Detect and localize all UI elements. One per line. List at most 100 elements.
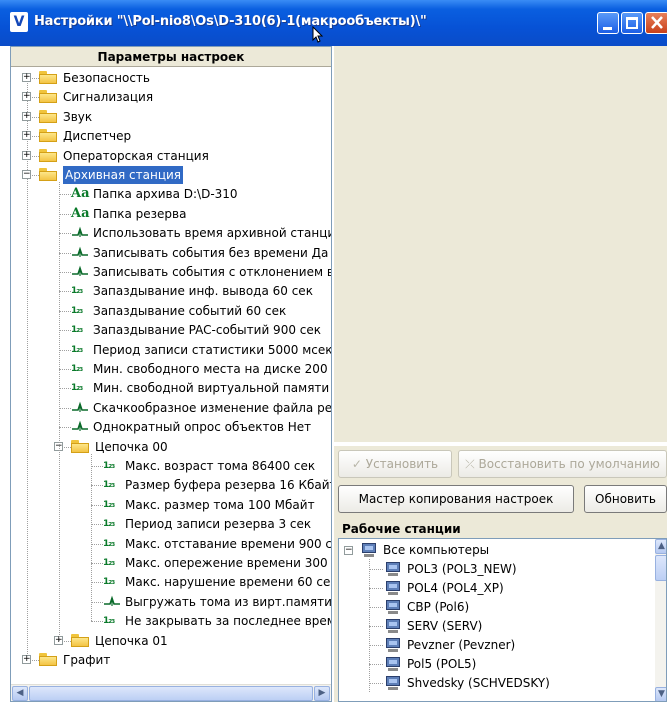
- close-button[interactable]: [645, 12, 667, 34]
- tree-guide-line: [59, 388, 71, 390]
- workstation-label: POL3 (POL3_NEW): [407, 562, 517, 576]
- computer-icon: [385, 638, 401, 653]
- tree-item-label: Макс. размер тома 100 Мбайт: [125, 497, 315, 512]
- computer-icon: [385, 657, 401, 672]
- tree-item-label: Выгружать тома из вирт.памяти Да: [125, 594, 331, 609]
- folder-icon: [39, 148, 57, 162]
- expand-icon[interactable]: +: [22, 111, 31, 121]
- tree-item-label: Макс. возраст тома 86400 сек: [125, 459, 316, 473]
- tree-item-label: Мин. свободного места на диске 200 М: [93, 362, 331, 376]
- tree-item-label: Запаздывание событий 60 сек: [93, 303, 287, 318]
- boolean-param-icon: [103, 594, 121, 610]
- tree-guide-line: [59, 407, 71, 409]
- computer-icon: [385, 619, 401, 634]
- minimize-button[interactable]: [597, 12, 619, 34]
- tree-guide-line: [91, 504, 103, 506]
- tree-guide-line: [369, 569, 383, 570]
- boolean-param-icon: [71, 225, 89, 241]
- tree-item-label: Диспетчер: [63, 129, 132, 144]
- copy-wizard-button[interactable]: Мастер копирования настроек: [338, 485, 574, 513]
- install-button[interactable]: ✓ Установить: [338, 450, 452, 478]
- tree-item[interactable]: + Графит: [11, 651, 331, 669]
- numeric-param-icon: 1₂₃: [71, 325, 83, 336]
- property-editor-area: [334, 46, 667, 442]
- workstations-vertical-scrollbar[interactable]: ▲ ▼: [655, 539, 666, 701]
- tree-horizontal-scrollbar[interactable]: ◀ ▶: [11, 684, 331, 701]
- boolean-param-icon: [71, 419, 89, 435]
- tree-guide-line: [59, 213, 71, 215]
- app-icon: V: [10, 12, 28, 32]
- numeric-param-icon: 1₂₃: [103, 616, 115, 627]
- numeric-param-icon: 1₂₃: [71, 344, 83, 355]
- text-param-icon: Aa: [71, 205, 90, 221]
- workstation-label: SERV (SERV): [407, 619, 483, 633]
- install-label: Установить: [365, 457, 439, 471]
- tree-guide-line: [369, 607, 383, 608]
- scroll-left-button[interactable]: ◀: [12, 686, 28, 701]
- tree-item-label: Сигнализация: [63, 90, 154, 105]
- action-button-row: ✓ Установить ⤫ Восстановить по умолчанию: [334, 446, 667, 482]
- settings-tree-panel: Параметры настроек + Безопасность + Сигнали…: [10, 46, 332, 702]
- expand-icon[interactable]: +: [22, 150, 31, 160]
- tree-item-label: Скачкообразное изменение файла резе: [93, 400, 331, 415]
- folder-icon: [39, 653, 57, 666]
- restore-defaults-button[interactable]: ⤫ Восстановить по умолчанию: [458, 450, 667, 478]
- tree-guide-line: [91, 621, 103, 623]
- tree-guide-line: [369, 645, 383, 646]
- scroll-right-button[interactable]: ▶: [314, 686, 330, 701]
- workstation-label: CBP (Pol6): [407, 600, 470, 614]
- check-icon: ✓: [351, 457, 366, 471]
- folder-icon: [39, 168, 57, 181]
- tree-item[interactable]: + Сигнализация: [11, 88, 331, 106]
- tree-item-label: Макс. отставание времени 900 сек: [125, 536, 331, 551]
- tree-item-label: Использовать время архивной станции: [93, 226, 331, 241]
- scroll-thumb[interactable]: [29, 686, 313, 701]
- numeric-param-icon: 1₂₃: [71, 305, 83, 316]
- expand-icon[interactable]: +: [22, 655, 31, 664]
- scroll-up-button[interactable]: ▲: [655, 539, 666, 554]
- workstations-list[interactable]: ▲ ▼ − Все компьютеры POL3 (POL3_NEW) POL4 (…: [338, 538, 667, 702]
- tree-item-label: Цепочка 01: [95, 633, 168, 648]
- numeric-param-icon: 1₂₃: [103, 461, 115, 471]
- tree-guide-line: [369, 664, 383, 665]
- tree-item[interactable]: + Звук: [11, 108, 331, 126]
- maximize-button[interactable]: [621, 12, 643, 34]
- computer-icon: [385, 581, 401, 596]
- tree-item[interactable]: + Операторская станция: [11, 147, 331, 165]
- numeric-param-icon: 1₂₃: [103, 499, 115, 510]
- tree-item-label: Однократный опрос объектов Нет: [93, 420, 312, 435]
- folder-icon: [39, 90, 57, 104]
- numeric-param-icon: 1₂₃: [103, 558, 115, 568]
- secondary-button-row: Мастер копирования настроек Обновить: [334, 482, 667, 518]
- expand-icon[interactable]: +: [22, 92, 31, 102]
- expand-icon[interactable]: +: [22, 73, 31, 82]
- tree-guide-line: [59, 272, 71, 273]
- computer-icon: [385, 562, 401, 577]
- minimize-icon: [603, 27, 612, 30]
- computer-group-icon: [361, 543, 377, 558]
- tree-item[interactable]: + Диспетчер: [11, 127, 331, 145]
- title-bar[interactable]: V Настройки "\\Pol-nio8\Os\D-310(6)-1(ма…: [0, 0, 667, 46]
- expand-icon[interactable]: +: [22, 131, 31, 141]
- tree-item[interactable]: + Безопасность: [11, 69, 331, 87]
- window-title: Настройки "\\Pol-nio8\Os\D-310(6)-1(макр…: [34, 14, 427, 29]
- tree-guide-line: [59, 252, 71, 254]
- refresh-button[interactable]: Обновить: [584, 485, 667, 513]
- settings-tree[interactable]: + Безопасность + Сигнализация + Звук + Диспетче…: [11, 69, 331, 684]
- close-icon: [651, 16, 663, 29]
- workstation-root-label: Все компьютеры: [383, 543, 490, 557]
- workstation-label: Shvedsky (SCHVEDSKY): [407, 676, 550, 690]
- workstations-scroll-thumb[interactable]: [655, 555, 666, 581]
- scroll-down-button[interactable]: ▼: [655, 687, 666, 701]
- boolean-param-icon: [71, 400, 89, 416]
- collapse-icon[interactable]: −: [22, 170, 31, 179]
- tree-guide-line: [91, 466, 103, 467]
- tree-item-label: Запаздывание инф. вывода 60 сек: [93, 284, 313, 299]
- boolean-param-icon: [71, 264, 89, 280]
- tree-item-label: Записывать события с отклонением вр: [93, 265, 331, 279]
- tree-item-label: Звук: [63, 109, 93, 124]
- collapse-icon[interactable]: −: [344, 546, 353, 555]
- tree-guide-line: [59, 427, 71, 429]
- tree-item-label: Мин. свободной виртуальной памяти 30: [93, 381, 331, 396]
- tree-guide-line: [91, 524, 103, 526]
